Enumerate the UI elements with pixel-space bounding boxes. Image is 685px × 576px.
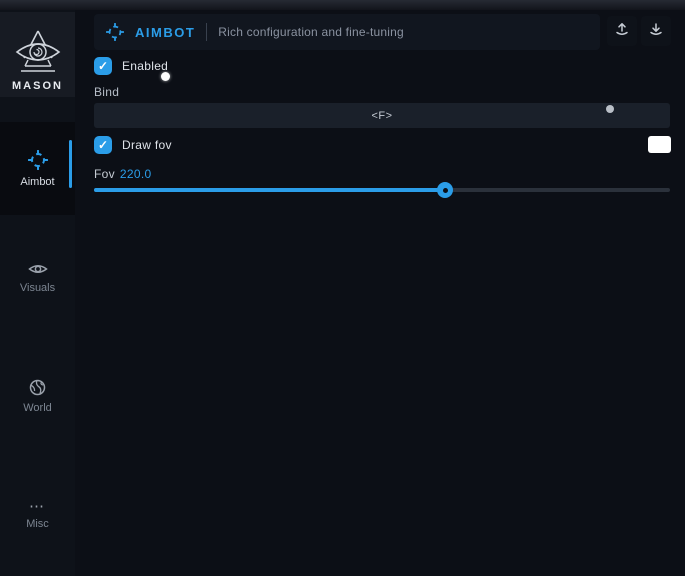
draw-fov-checkbox[interactable]: ✓ (94, 136, 112, 154)
sidebar-item-label: World (23, 402, 52, 414)
ellipsis-icon: ⋯ (29, 502, 46, 512)
sidebar-item-label: Aimbot (20, 176, 54, 188)
sidebar-item-label: Visuals (20, 282, 55, 294)
sidebar-item-visuals[interactable]: Visuals (0, 250, 75, 306)
fov-slider-handle[interactable] (437, 182, 453, 198)
brand-logo-block: MASON (0, 12, 75, 97)
enabled-checkbox[interactable]: ✓ (94, 57, 112, 75)
enabled-row: ✓ Enabled (94, 57, 168, 75)
page-subtitle: Rich configuration and fine-tuning (218, 25, 404, 39)
fov-color-swatch[interactable] (648, 136, 671, 153)
fov-label-row: Fov 220.0 (94, 167, 151, 181)
enabled-label: Enabled (122, 59, 168, 73)
window-top-strip (0, 0, 685, 10)
draw-fov-row: ✓ Draw fov (94, 136, 172, 154)
slider-handle-dot (443, 188, 448, 193)
fov-label: Fov (94, 167, 115, 181)
sidebar-item-label: Misc (26, 518, 49, 530)
bind-label: Bind (94, 85, 119, 99)
sidebar-item-world[interactable]: World (0, 368, 75, 424)
fov-value: 220.0 (120, 167, 152, 181)
draw-fov-label: Draw fov (122, 138, 172, 152)
eye-icon (28, 262, 48, 276)
check-icon: ✓ (98, 138, 108, 152)
fov-slider-fill (94, 188, 445, 192)
import-config-button[interactable] (641, 16, 671, 46)
crosshair-icon (28, 150, 48, 170)
all-seeing-eye-icon (12, 28, 64, 78)
download-icon (648, 21, 664, 42)
globe-icon (29, 379, 46, 396)
sidebar-item-aimbot[interactable]: Aimbot (0, 122, 75, 215)
brand-name: MASON (12, 80, 63, 92)
check-icon: ✓ (98, 59, 108, 73)
fov-slider[interactable] (94, 188, 670, 192)
header-divider (206, 23, 207, 41)
page-header: AIMBOT Rich configuration and fine-tunin… (94, 14, 600, 50)
active-tab-indicator (69, 140, 72, 188)
sidebar: MASON Aimbot Visuals (0, 10, 75, 576)
sidebar-item-misc[interactable]: ⋯ Misc (0, 488, 75, 544)
page-title: AIMBOT (135, 25, 195, 40)
upload-icon (614, 21, 630, 42)
export-config-button[interactable] (607, 16, 637, 46)
crosshair-icon (106, 23, 124, 41)
bind-input[interactable]: <F> (94, 103, 670, 128)
bind-value: <F> (371, 110, 392, 122)
